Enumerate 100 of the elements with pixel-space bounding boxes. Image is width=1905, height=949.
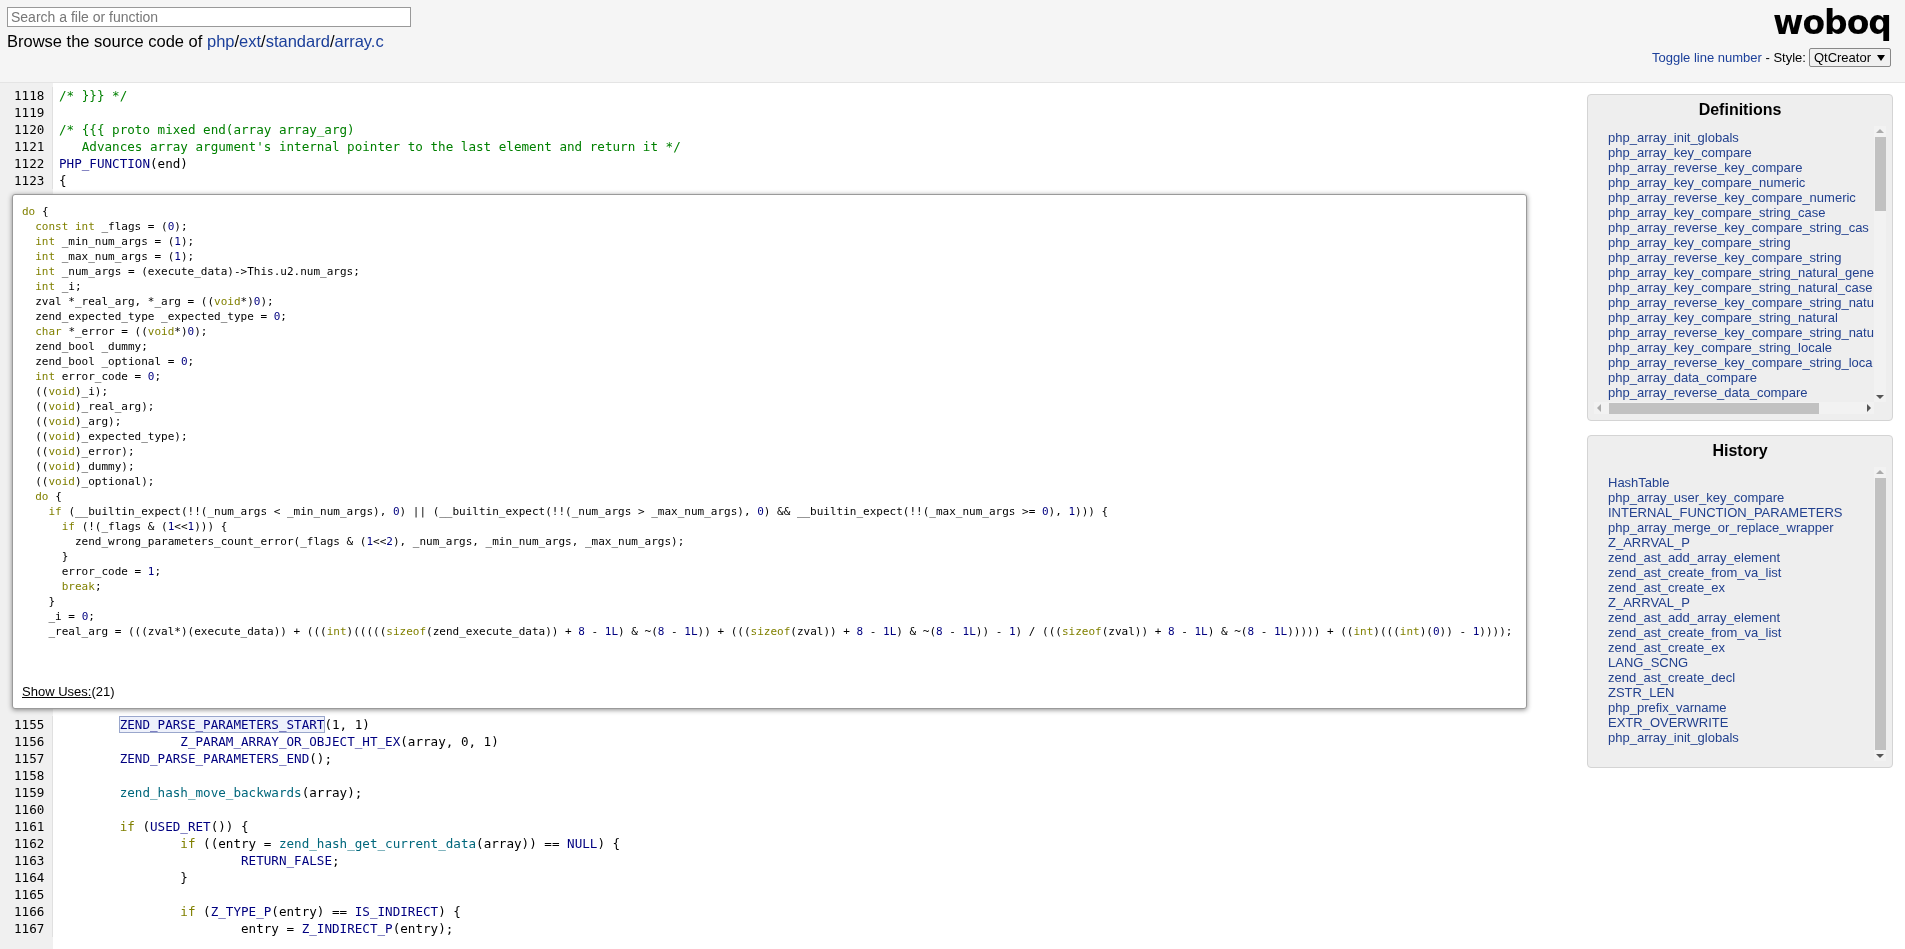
logo: woboq	[1772, 3, 1891, 43]
code-line: ((void)_i);	[34, 384, 110, 399]
code-line: Z_PARAM_ARRAY_OR_OBJECT_HT_EX(array, 0, 1)	[179, 733, 499, 750]
definition-link[interactable]: php_array_reverse_key_compare_string_natu	[1608, 325, 1874, 340]
line-number: 1164	[0, 869, 53, 886]
scrollbar-thumb[interactable]	[1609, 402, 1819, 414]
definition-link[interactable]: php_array_reverse_key_compare_string	[1608, 250, 1874, 265]
scroll-down-icon[interactable]	[1876, 754, 1884, 758]
definition-link[interactable]: php_array_key_compare_string_case	[1608, 205, 1874, 220]
show-uses-link[interactable]: Show Uses:	[22, 684, 92, 699]
code-line: zend_bool _dummy;	[34, 339, 149, 354]
definition-link[interactable]: php_array_key_compare_string_natural	[1608, 310, 1874, 325]
definition-link[interactable]: php_array_reverse_key_compare_string_natu	[1608, 295, 1874, 310]
history-link[interactable]: EXTR_OVERWRITE	[1608, 715, 1843, 730]
history-link[interactable]: zend_ast_add_array_element	[1608, 550, 1843, 565]
history-link[interactable]: zend_ast_create_from_va_list	[1608, 625, 1843, 640]
history-link[interactable]: php_array_user_key_compare	[1608, 490, 1843, 505]
definition-link[interactable]: php_array_key_compare_string	[1608, 235, 1874, 250]
caret-icon	[1877, 54, 1885, 61]
code-line: const int _flags = (0);	[34, 219, 189, 234]
code-line: _real_arg = (((zval*)(execute_data)) + (((int)(((((sizeof(zend_execute_data)) + 8 - 1L) & ~(8 - 1L)) + (((sizeof(zval)) + 8 - 1L) & ~(8 - 1L)) - 1) / (((sizeof(zval)) + 8 - 1L) & ~(8 - 1L))))) + ((int)(((int)(0)) - 1))));	[47, 624, 1514, 639]
definition-link[interactable]: php_array_key_compare_string_natural_gene	[1608, 265, 1874, 280]
history-link[interactable]: LANG_SCNG	[1608, 655, 1843, 670]
code-line: }	[60, 549, 70, 564]
definition-link[interactable]: php_array_key_compare	[1608, 145, 1874, 160]
code-line: zend_wrong_parameters_count_error(_flags & (1<<2), _num_args, _min_num_args, _max_num_args);	[74, 534, 686, 549]
scroll-up-icon[interactable]	[1876, 129, 1884, 133]
code-line: /* }}} */	[58, 87, 128, 104]
code-line: ((void)_arg);	[34, 414, 123, 429]
history-link[interactable]: php_array_merge_or_replace_wrapper	[1608, 520, 1843, 535]
definition-link[interactable]: php_array_data_compare	[1608, 370, 1874, 385]
history-link[interactable]: ZSTR_LEN	[1608, 685, 1843, 700]
code-line: int _i;	[34, 279, 83, 294]
code-line: zend_bool _optional = 0;	[34, 354, 196, 369]
code-line: ((void)_expected_type);	[34, 429, 189, 444]
path-separator: /	[234, 32, 240, 51]
line-number: 1162	[0, 835, 53, 852]
code-line: int error_code = 0;	[34, 369, 163, 384]
scrollbar-thumb[interactable]	[1874, 137, 1886, 211]
line-number: 1159	[0, 784, 53, 801]
line-number: 1157	[0, 750, 53, 767]
history-link[interactable]: Z_ARRVAL_P	[1608, 595, 1843, 610]
vertical-scrollbar[interactable]	[1874, 126, 1886, 402]
history-link[interactable]: HashTable	[1608, 475, 1843, 490]
code-line: ZEND_PARSE_PARAMETERS_END();	[118, 750, 332, 767]
history-link[interactable]: INTERNAL_FUNCTION_PARAMETERS	[1608, 505, 1843, 520]
code-line: {	[58, 172, 67, 189]
line-number: 1155	[0, 716, 53, 733]
code-line: zval *_real_arg, *_arg = ((void*)0);	[34, 294, 275, 309]
definition-link[interactable]: php_array_reverse_key_compare	[1608, 160, 1874, 175]
panel-title: History	[1711, 441, 1769, 461]
code-line: ((void)_dummy);	[34, 459, 136, 474]
history-link[interactable]: zend_ast_add_array_element	[1608, 610, 1843, 625]
history-link[interactable]: php_array_init_globals	[1608, 730, 1843, 745]
code-line: if (!(_flags & (1<<1))) {	[60, 519, 229, 534]
code-line: int _min_num_args = (1);	[34, 234, 196, 249]
definition-link[interactable]: php_array_key_compare_string_locale	[1608, 340, 1874, 355]
definition-link[interactable]: php_array_key_compare_string_natural_case	[1608, 280, 1874, 295]
line-number: 1165	[0, 886, 53, 903]
definition-link[interactable]: php_array_init_globals	[1608, 130, 1874, 145]
definition-link[interactable]: php_array_reverse_key_compare_string_loca	[1608, 355, 1874, 370]
history-link[interactable]: zend_ast_create_from_va_list	[1608, 565, 1843, 580]
path-link[interactable]: ext	[239, 32, 262, 51]
history-link[interactable]: zend_ast_create_ex	[1608, 580, 1843, 595]
line-number: 1120	[0, 121, 53, 138]
history-link[interactable]: zend_ast_create_decl	[1608, 670, 1843, 685]
style-label: - Style:	[1764, 50, 1806, 65]
path-link[interactable]: array.c	[334, 32, 384, 51]
code-line: _i = 0;	[47, 609, 96, 624]
code-line: }	[179, 869, 188, 886]
definition-link[interactable]: php_array_reverse_key_compare_numeric	[1608, 190, 1874, 205]
code-line: }	[47, 594, 57, 609]
line-number: 1122	[0, 155, 53, 172]
code-line: ZEND_PARSE_PARAMETERS_START(1, 1)	[118, 716, 370, 733]
history-link[interactable]: Z_ARRVAL_P	[1608, 535, 1843, 550]
search-field[interactable]: Search a file or function	[7, 7, 411, 27]
history-link[interactable]: php_prefix_varname	[1608, 700, 1843, 715]
uses-count: (21)	[91, 684, 115, 699]
code-line: if (USED_RET()) {	[118, 818, 249, 835]
style-select[interactable]: QtCreator	[1808, 48, 1891, 67]
definition-link[interactable]: php_array_key_compare_numeric	[1608, 175, 1874, 190]
code-line: break;	[60, 579, 103, 594]
path-separator: /	[261, 32, 266, 51]
path-link[interactable]: standard	[265, 32, 330, 51]
history-link[interactable]: zend_ast_create_ex	[1608, 640, 1843, 655]
code-line: ((void)_real_arg);	[34, 399, 156, 414]
toggle-line-number-link[interactable]: Toggle line number	[1652, 50, 1762, 65]
scroll-left-icon[interactable]	[1597, 404, 1601, 412]
path-link[interactable]: php	[206, 32, 235, 51]
code-line: do {	[34, 489, 63, 504]
scroll-up-icon[interactable]	[1876, 470, 1884, 474]
code-line: RETURN_FALSE;	[240, 852, 340, 869]
horizontal-scrollbar[interactable]	[1594, 402, 1874, 414]
scroll-right-icon[interactable]	[1867, 404, 1871, 412]
code-line: Advances array argument's internal pointer to the last element and return it */	[80, 138, 681, 155]
code-line: if (__builtin_expect(!!(_num_args < _min_num_args), 0) || (__builtin_expect(!!(_num_args > _max_num_args), 0) && __builtin_expect(!!(_max_num_args >= 0), 1))) {	[47, 504, 1110, 519]
definition-link[interactable]: php_array_reverse_data_compare	[1608, 385, 1874, 400]
line-number: 1123	[0, 172, 53, 189]
definition-link[interactable]: php_array_reverse_key_compare_string_cas	[1608, 220, 1874, 235]
line-number: 1118	[0, 87, 53, 104]
